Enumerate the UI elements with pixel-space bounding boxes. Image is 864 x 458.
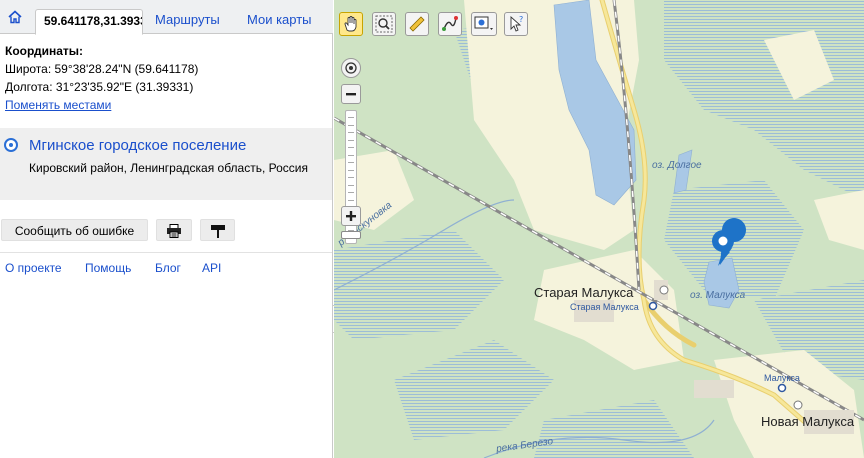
station-label-1: Старая Малукса [570, 302, 639, 312]
result-address: Кировский район, Ленинградская область, … [29, 161, 308, 175]
zoom-tick [348, 162, 354, 163]
info-cursor-icon: ? [510, 15, 523, 32]
print-button[interactable] [156, 219, 192, 241]
coordinates-block: Координаты: Широта: 59°38'28.24"N (59.64… [5, 42, 198, 114]
zoom-tick [348, 192, 354, 193]
station-label-2: Малукса [764, 373, 800, 383]
zoom-tick [348, 147, 354, 148]
help-link[interactable]: Помощь [85, 261, 131, 275]
result-name[interactable]: Мгинское городское поселение [29, 137, 246, 154]
minus-icon [346, 93, 356, 96]
blog-link[interactable]: Блог [155, 261, 181, 275]
tab-routes[interactable]: Маршруты [155, 8, 220, 34]
zoom-tick [348, 132, 354, 133]
reset-view-button[interactable] [341, 58, 361, 78]
report-error-button[interactable]: Сообщить об ошибке [1, 219, 148, 241]
tab-search-result[interactable]: 59.641178,31.39331 [35, 9, 143, 35]
zoom-tick [348, 124, 354, 126]
search-result-item[interactable]: Мгинское городское поселение Кировский р… [0, 128, 332, 200]
zoom-tick [348, 229, 354, 231]
ruler-button[interactable] [405, 12, 429, 36]
placemark-tool-button[interactable] [471, 12, 497, 36]
village-dot-2 [793, 400, 803, 410]
station-marker-2 [777, 383, 787, 393]
map-canvas[interactable]: Старая Малукса Старая Малукса Новая Малу… [334, 0, 864, 458]
svg-text:?: ? [519, 15, 523, 24]
zoom-in-button[interactable] [341, 206, 361, 226]
village-dot-1 [659, 285, 669, 295]
ruler-icon [409, 16, 425, 32]
zoom-tick [348, 199, 354, 201]
zoom-tick [348, 139, 354, 141]
zoom-tick [348, 177, 354, 178]
village-label-1: Старая Малукса [534, 285, 634, 300]
signpost-button[interactable] [200, 219, 235, 241]
placemark-tool-icon [474, 16, 493, 30]
signpost-icon [210, 225, 225, 238]
map-graphics [334, 0, 864, 458]
lake-label-1: оз. Долгое [652, 160, 702, 171]
coordinates-title: Координаты: [5, 44, 84, 58]
station-marker-1 [648, 301, 658, 311]
tab-my-maps[interactable]: Мои карты [247, 8, 312, 34]
route-button[interactable] [438, 12, 462, 36]
village-label-2: Новая Малукса [761, 414, 855, 429]
zoom-tick [348, 117, 354, 118]
swap-coordinates-link[interactable]: Поменять местами [5, 98, 111, 112]
tab-bar: 59.641178,31.39331 Маршруты Мои карты [0, 0, 333, 35]
sidebar: 59.641178,31.39331 Маршруты Мои карты Ко… [0, 0, 333, 458]
route-icon [442, 16, 458, 31]
zoom-out-button[interactable] [341, 84, 361, 104]
printer-icon [167, 224, 181, 238]
api-link[interactable]: API [202, 261, 221, 275]
zoom-tick [348, 169, 354, 171]
home-tab[interactable] [2, 6, 28, 32]
about-link[interactable]: О проекте [5, 261, 62, 275]
home-icon [8, 10, 22, 24]
zoom-tick [348, 154, 354, 156]
plus-icon [346, 211, 356, 221]
zoom-slider-thumb[interactable] [341, 231, 361, 239]
hand-icon [344, 16, 357, 32]
longitude-value: Долгота: 31°23'35.92"E (31.39331) [5, 80, 194, 94]
lake-label-2: оз. Малукса [690, 290, 746, 301]
result-radio[interactable] [4, 138, 18, 152]
latitude-value: Широта: 59°38'28.24"N (59.641178) [5, 62, 199, 76]
hand-tool-button[interactable] [339, 12, 363, 36]
zoom-area-button[interactable] [372, 12, 396, 36]
info-tool-button[interactable]: ? [504, 12, 528, 36]
magnifier-icon [375, 15, 393, 33]
zoom-tick [348, 184, 354, 186]
compass-icon [345, 62, 357, 74]
sidebar-divider [0, 252, 332, 253]
